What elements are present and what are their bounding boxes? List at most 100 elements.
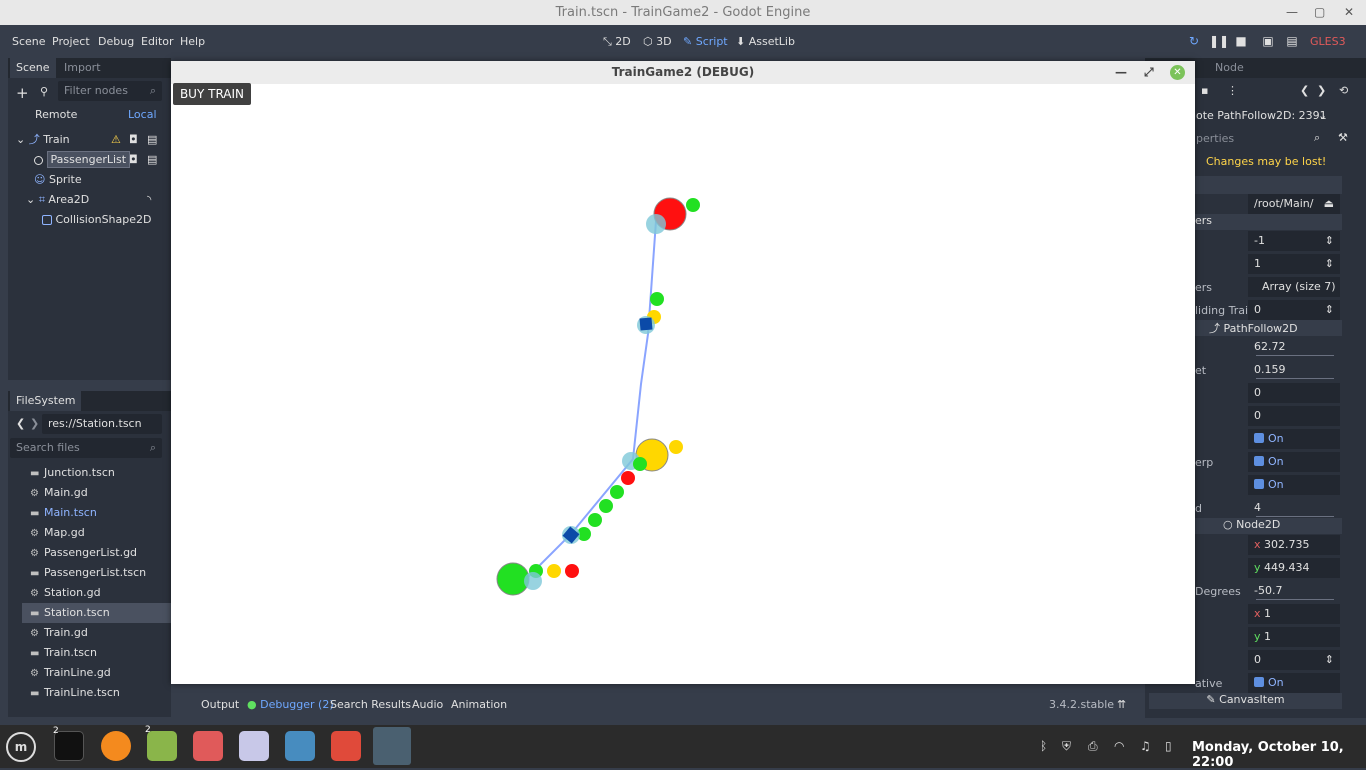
scale-y-field[interactable]: y 1: [1248, 627, 1340, 647]
script-icon[interactable]: ▤: [147, 150, 157, 170]
object-selector[interactable]: ote PathFollow2D: 2391: [1196, 109, 1327, 122]
maximize-icon[interactable]: ⤢: [1144, 61, 1154, 84]
more-icon[interactable]: ⋮: [1227, 84, 1238, 97]
loop-checkbox[interactable]: On: [1248, 475, 1340, 495]
signal-icon[interactable]: ◝: [147, 190, 151, 210]
mode-script[interactable]: ✎ Script: [683, 35, 728, 48]
maximize-icon[interactable]: ▢: [1314, 0, 1325, 25]
close-icon[interactable]: ✕: [1170, 65, 1185, 80]
tab-filesystem[interactable]: FileSystem: [10, 391, 82, 411]
chevron-down-icon[interactable]: ⌄: [1318, 109, 1327, 122]
tab-node[interactable]: Node: [1209, 58, 1250, 78]
int-field[interactable]: 1 ⇕: [1248, 254, 1340, 274]
tab-scene[interactable]: Scene: [10, 58, 56, 78]
position-y-field[interactable]: y 449.434: [1248, 558, 1340, 578]
rotation-slider[interactable]: [1256, 599, 1334, 600]
expand-panel-icon[interactable]: ⇈: [1117, 698, 1126, 711]
file-item[interactable]: ▬ PassengerList.tscn: [22, 563, 171, 583]
reload-icon[interactable]: ↻: [1186, 33, 1202, 49]
battery-icon[interactable]: ▯: [1165, 739, 1172, 753]
close-icon[interactable]: ✕: [1344, 0, 1354, 25]
tab-debugger[interactable]: ● Debugger (2): [247, 698, 334, 711]
tab-output[interactable]: Output: [201, 698, 239, 711]
minimize-icon[interactable]: —: [1286, 0, 1298, 25]
lookahead-field[interactable]: 4: [1248, 498, 1340, 518]
v-offset-field[interactable]: 0: [1248, 406, 1340, 426]
tab-import[interactable]: Import: [58, 58, 107, 78]
text-editor-icon[interactable]: [239, 731, 269, 761]
reader-icon[interactable]: [193, 731, 223, 761]
back-icon[interactable]: ❮: [16, 417, 25, 430]
godot-icon[interactable]: [285, 731, 315, 761]
file-item[interactable]: ▬ Junction.tscn: [22, 463, 171, 483]
back-icon[interactable]: ❮: [1300, 84, 1309, 97]
scale-x-field[interactable]: x 1: [1248, 604, 1340, 624]
link-icon[interactable]: ⚲: [40, 85, 48, 98]
tree-node-passengerlist[interactable]: PassengerList ◘ ▤: [8, 150, 171, 170]
remote-button[interactable]: Remote: [35, 108, 77, 121]
int-field[interactable]: -1 ⇕: [1248, 231, 1340, 251]
wifi-icon[interactable]: ◠: [1114, 739, 1124, 753]
volume-icon[interactable]: ♫: [1140, 739, 1151, 753]
file-item[interactable]: ▬ TrainLine.tscn: [22, 683, 171, 703]
clock[interactable]: Monday, October 10, 22:00: [1192, 740, 1366, 770]
local-button[interactable]: Local: [128, 108, 157, 121]
file-item[interactable]: ⚙ Map.gd: [22, 523, 171, 543]
tree-node-area2d[interactable]: ⌄ ⌗ Area2D ◝: [8, 190, 171, 210]
unit-offset-slider[interactable]: [1256, 378, 1334, 379]
menu-editor[interactable]: Editor: [141, 35, 174, 48]
cubic-interp-checkbox[interactable]: On: [1248, 452, 1340, 472]
position-x-field[interactable]: x 302.735: [1248, 535, 1340, 555]
mint-menu-icon[interactable]: m: [6, 732, 36, 762]
path-value[interactable]: /root/Main/ ⏏: [1248, 194, 1340, 214]
menu-debug[interactable]: Debug: [98, 35, 134, 48]
history-icon[interactable]: ⟲: [1339, 84, 1348, 97]
filter-nodes-input[interactable]: Filter nodes ⌕: [58, 81, 162, 101]
mode-2d[interactable]: ⤡ 2D: [603, 35, 631, 49]
godot-running-icon[interactable]: [373, 727, 411, 765]
add-node-icon[interactable]: +: [16, 84, 29, 102]
file-item[interactable]: ⚙ TrainLine.gd: [22, 663, 171, 683]
scene-instance-icon[interactable]: ◘: [129, 130, 138, 150]
tab-animation[interactable]: Animation: [451, 698, 507, 711]
file-item[interactable]: ▬ Main.tscn: [22, 503, 171, 523]
file-item[interactable]: ▬ Station.tscn: [22, 603, 171, 623]
file-item[interactable]: ▬ Train.tscn: [22, 643, 171, 663]
menu-scene[interactable]: Scene: [12, 35, 46, 48]
array-field[interactable]: Array (size 7): [1248, 277, 1340, 297]
search-files-input[interactable]: Search files ⌕: [10, 438, 162, 458]
z-index-field[interactable]: 0 ⇕: [1248, 650, 1340, 670]
menu-project[interactable]: Project: [52, 35, 90, 48]
unit-offset-field[interactable]: 0.159: [1248, 360, 1340, 380]
minimize-icon[interactable]: —: [1115, 61, 1127, 84]
menu-help[interactable]: Help: [180, 35, 205, 48]
script-icon[interactable]: ▤: [147, 130, 157, 150]
tree-node-train[interactable]: ⌄ ⤴ Train ⚠ ◘ ▤: [8, 130, 171, 150]
file-item[interactable]: ⚙ PassengerList.gd: [22, 543, 171, 563]
tab-search-results[interactable]: Search Results: [330, 698, 411, 711]
shield-icon[interactable]: ⛨: [1062, 739, 1071, 754]
rotation-field[interactable]: -50.7: [1248, 581, 1340, 601]
play-custom-icon[interactable]: ▤: [1284, 33, 1300, 49]
rotate-checkbox[interactable]: On: [1248, 429, 1340, 449]
forward-icon[interactable]: ❯: [30, 417, 39, 430]
file-item[interactable]: ⚙ Station.gd: [22, 583, 171, 603]
tree-node-sprite[interactable]: ☺ Sprite: [8, 170, 171, 190]
z-relative-checkbox[interactable]: On: [1248, 673, 1340, 693]
tab-audio[interactable]: Audio: [412, 698, 443, 711]
bluetooth-icon[interactable]: ᛒ: [1040, 739, 1047, 753]
tree-node-collisionshape2d[interactable]: CollisionShape2D: [8, 210, 171, 230]
printer-icon[interactable]: ⎙: [1088, 739, 1098, 754]
terminal-icon[interactable]: 2: [53, 726, 84, 761]
files-icon[interactable]: 2: [145, 725, 177, 761]
file-item[interactable]: ⚙ Train.gd: [22, 623, 171, 643]
file-item[interactable]: ⚙ Main.gd: [22, 483, 171, 503]
save-icon[interactable]: ▪: [1201, 84, 1208, 97]
tools-icon[interactable]: ⚒: [1338, 131, 1348, 144]
renderer-select[interactable]: GLES3: [1310, 35, 1346, 48]
h-offset-field[interactable]: 0: [1248, 383, 1340, 403]
forward-icon[interactable]: ❯: [1317, 84, 1326, 97]
mode-3d[interactable]: ⬡ 3D: [643, 35, 672, 48]
offset-slider[interactable]: [1256, 355, 1334, 356]
firefox-icon[interactable]: [101, 731, 131, 761]
